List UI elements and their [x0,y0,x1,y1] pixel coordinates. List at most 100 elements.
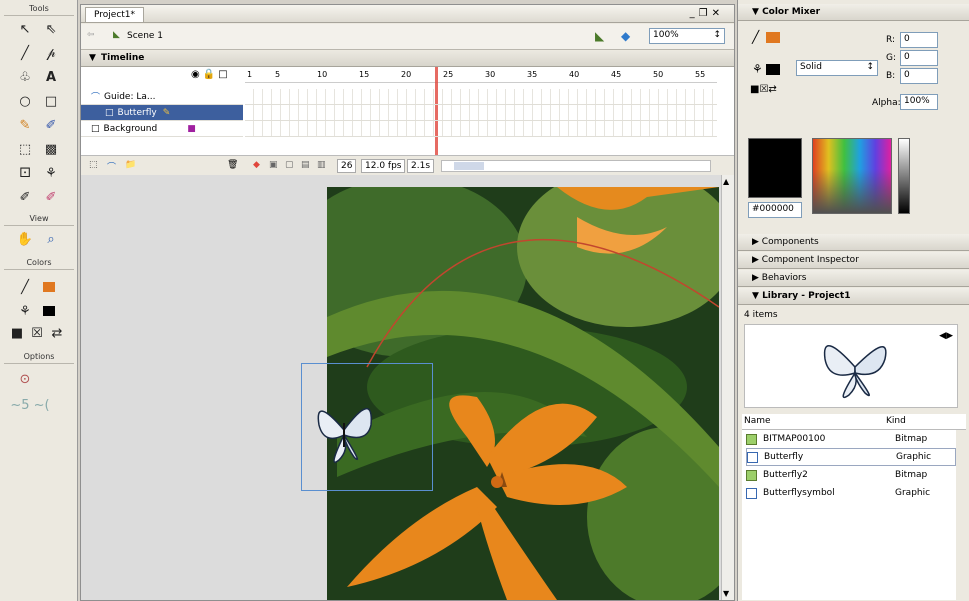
library-item[interactable]: BITMAP00100 Bitmap [746,430,956,448]
close-icon[interactable]: ✕ [712,8,724,19]
library-item[interactable]: Butterfly2 Bitmap [746,466,956,484]
color-spectrum[interactable] [812,138,892,214]
fill-transform-tool-icon[interactable]: ▩ [40,138,62,160]
back-arrow-icon[interactable]: ⇦ [87,30,95,40]
edit-symbols-icon[interactable]: ◆ [621,29,630,43]
collapse-arrow-icon: ▼ [752,291,759,301]
elapsed-time: 2.1s [407,159,435,173]
stage-vscroll[interactable]: ▲ ▼ [721,175,734,600]
paint-bucket-tool-icon[interactable]: ⚘ [40,162,62,184]
graphic-symbol-icon [747,451,758,463]
fill-color-swatch[interactable] [38,300,60,322]
alpha-input[interactable]: 100% [900,94,938,110]
library-title: Library - Project1 [762,291,851,301]
frames-guide[interactable] [245,89,717,105]
outline-icon[interactable]: □ [218,69,230,80]
selection-tool-icon[interactable]: ↖ [14,18,36,40]
oval-tool-icon[interactable]: ○ [14,90,36,112]
smooth-straighten-icon[interactable]: ~5 ~( [10,394,50,416]
r-input[interactable]: 0 [900,32,938,48]
snap-to-objects-icon[interactable]: ⊙ [14,368,36,390]
onion-outline-icon[interactable]: ▢ [285,160,294,170]
color-preview [748,138,802,198]
delete-layer-icon[interactable]: 🗑 [227,160,238,170]
library-item-name: Butterfly [764,452,804,462]
brush-tool-icon[interactable]: ✐ [40,114,62,136]
stroke-color-swatch[interactable] [38,276,60,298]
fill-color-bucket-icon[interactable]: ⚘ [14,300,36,322]
library-item[interactable]: Butterfly Graphic [746,448,956,466]
scroll-down-icon[interactable]: ▼ [723,589,729,598]
rectangle-tool-icon[interactable]: □ [40,90,62,112]
modify-markers-icon[interactable]: ▥ [317,160,326,170]
name-column-header[interactable]: Name [744,416,771,426]
behaviors-title: Behaviors [761,273,807,283]
g-input[interactable]: 0 [900,50,938,66]
preview-play-icon[interactable]: ◀▶ [939,331,953,341]
library-item[interactable]: Butterflysymbol Graphic [746,484,956,502]
document-window: Project1* _❐✕ ⇦ ◣ Scene 1 ◣ ◆ 100% ↕ ▼ T… [80,4,735,601]
color-mixer-header[interactable]: ▼ Color Mixer [738,4,969,21]
color-swap-icons[interactable]: ■☒⇄ [750,84,777,95]
frame-num-35: 35 [527,70,538,79]
free-transform-tool-icon[interactable]: ⬚ [14,138,36,160]
hex-input[interactable]: #000000 [748,202,802,218]
add-layer-icon[interactable]: ⬚ [89,160,98,170]
lasso-tool-icon[interactable]: 𝓅 [40,42,62,64]
scene-label[interactable]: Scene 1 [127,31,163,41]
text-tool-icon[interactable]: A [40,66,62,88]
pencil-tool-icon[interactable]: ✎ [14,114,36,136]
onion-skin-icon[interactable]: ▣ [269,160,278,170]
frames-background[interactable] [245,121,717,137]
frame-ruler[interactable]: 1 5 10 15 20 25 30 35 40 45 50 55 [245,67,717,83]
show-hide-icon[interactable]: ◉ [191,69,203,80]
timeline-hscroll[interactable] [441,160,711,172]
library-header[interactable]: ▼ Library - Project1 [738,288,969,305]
center-frame-icon[interactable]: ◆ [253,160,260,170]
brightness-slider[interactable] [898,138,910,214]
frames-butterfly[interactable] [245,105,717,121]
swap-colors-icon[interactable]: ⇄ [46,322,68,344]
restore-icon[interactable]: ❐ [699,8,712,19]
pen-tool-icon[interactable]: ♧ [14,66,36,88]
edit-scene-icon[interactable]: ◣ [595,29,604,43]
options-section-label: Options [4,352,74,364]
document-tab[interactable]: Project1* [85,7,145,22]
minimize-icon[interactable]: _ [690,8,699,19]
hscroll-thumb[interactable] [454,162,484,170]
eraser-tool-icon[interactable]: ✐ [40,186,62,208]
scroll-up-icon[interactable]: ▲ [723,177,729,186]
component-inspector-header[interactable]: ▶ Component Inspector [738,252,969,269]
behaviors-header[interactable]: ▶ Behaviors [738,270,969,287]
subselection-tool-icon[interactable]: ⇖ [40,18,62,40]
zoom-tool-icon[interactable]: ⌕ [40,228,62,250]
frame-rate[interactable]: 12.0 fps [361,159,406,173]
add-guide-layer-icon[interactable]: ⌒ [107,160,116,173]
ink-bottle-tool-icon[interactable]: ⚀ [14,162,36,184]
hand-tool-icon[interactable]: ✋ [14,228,36,250]
butterfly-symbol[interactable] [309,385,379,475]
line-tool-icon[interactable]: ╱ [14,42,36,64]
eyedropper-tool-icon[interactable]: ✐ [14,186,36,208]
zoom-select[interactable]: 100% ↕ [649,28,725,44]
lock-icon[interactable]: 🔒 [203,69,218,80]
g-label: G: [886,53,897,63]
kind-column-header[interactable]: Kind [886,416,906,426]
fill-type-select[interactable]: Solid ↕ [796,60,878,76]
fill-color-swatch[interactable] [766,64,780,75]
b-input[interactable]: 0 [900,68,938,84]
spectrum-shade [813,169,891,213]
components-header[interactable]: ▶ Components [738,234,969,251]
black-white-icon[interactable]: ■ [6,322,28,344]
layer-row-background[interactable]: □ Background ■ [81,121,243,137]
timeline-header[interactable]: ▼ Timeline [81,51,734,67]
no-color-icon[interactable]: ☒ [26,322,48,344]
layer-row-butterfly[interactable]: □ Butterfly ✎ [81,105,243,121]
layer-row-guide[interactable]: ⌒ Guide: La... [81,89,243,105]
stroke-color-pencil-icon[interactable]: ╱ [14,276,36,298]
edit-multiple-frames-icon[interactable]: ▤ [301,160,310,170]
add-folder-icon[interactable]: 📁 [125,160,136,170]
stroke-color-swatch[interactable] [766,32,780,43]
tools-title: Tools [4,4,74,16]
layer-name: Background [103,123,158,134]
